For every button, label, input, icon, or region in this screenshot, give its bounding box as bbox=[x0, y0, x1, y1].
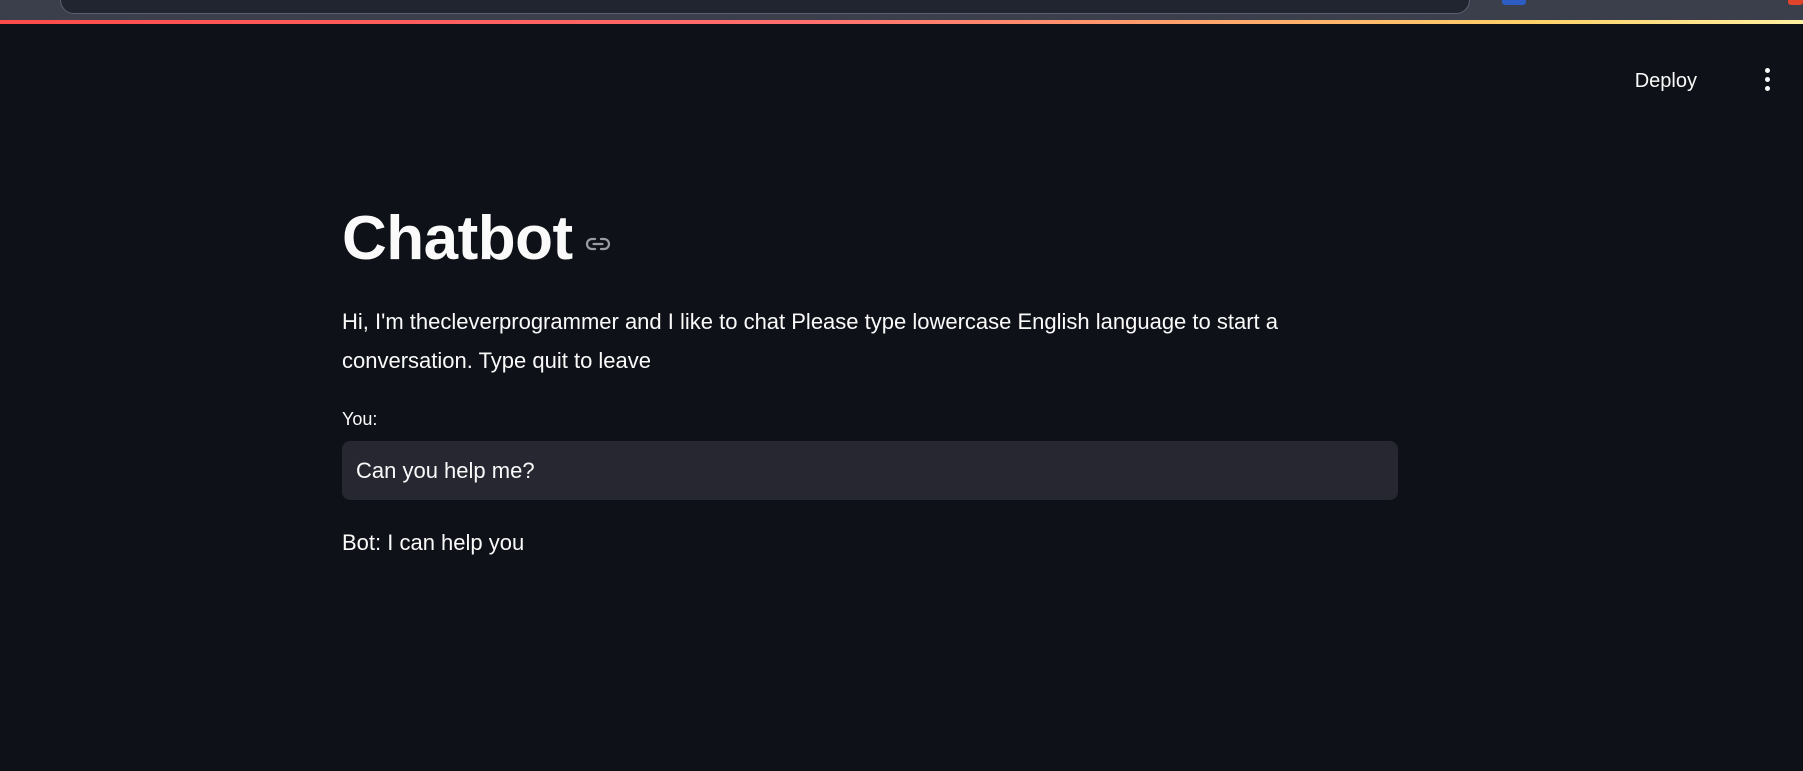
vertical-ellipsis-icon-dot bbox=[1764, 85, 1770, 91]
address-bar[interactable] bbox=[60, 0, 1470, 14]
intro-text: Hi, I'm thecleverprogrammer and I like t… bbox=[342, 309, 1278, 373]
app-header: Deploy bbox=[0, 24, 1803, 130]
vertical-ellipsis-icon bbox=[1764, 67, 1770, 73]
main-content: Chatbot Hi, I'm thecleverprogrammer and … bbox=[342, 196, 1398, 558]
extension-icon[interactable] bbox=[1502, 0, 1526, 5]
user-message-input[interactable] bbox=[342, 441, 1398, 500]
link-icon[interactable] bbox=[585, 231, 611, 257]
notification-badge-icon[interactable] bbox=[1788, 0, 1803, 5]
main-menu-button[interactable] bbox=[1755, 63, 1779, 95]
input-label: You: bbox=[342, 409, 378, 429]
browser-toolbar-strip bbox=[0, 0, 1803, 22]
bot-reply-text: Bot: I can help you bbox=[342, 530, 525, 555]
deploy-button[interactable]: Deploy bbox=[1625, 64, 1707, 99]
vertical-ellipsis-icon-dot bbox=[1764, 76, 1770, 82]
title-row: Chatbot bbox=[342, 196, 1398, 282]
page-title: Chatbot bbox=[342, 204, 573, 273]
